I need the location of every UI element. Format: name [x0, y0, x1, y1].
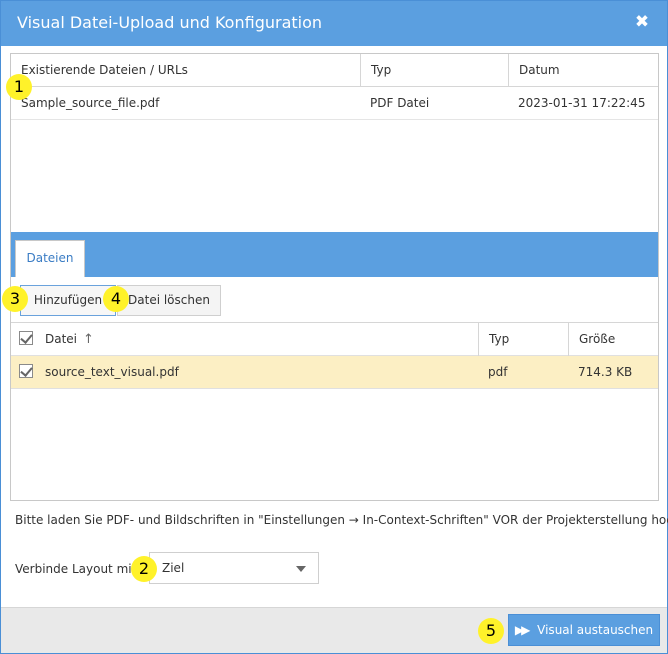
sort-ascending-icon: ↑: [83, 332, 94, 347]
annotation-marker-1: 1: [6, 74, 32, 100]
row-checkbox[interactable]: [11, 356, 41, 389]
column-header-size[interactable]: Größe: [568, 323, 658, 356]
layout-select-value: Ziel: [162, 561, 185, 575]
upload-grid: Datei ↑ Typ Größe source_text_visual.pdf …: [11, 322, 658, 389]
delete-file-button[interactable]: Datei löschen: [117, 285, 221, 316]
grid-header: Datei ↑ Typ Größe: [11, 323, 658, 356]
table-row[interactable]: source_text_visual.pdf pdf 714.3 KB: [11, 356, 658, 389]
layout-label: Verbinde Layout mit: [15, 562, 137, 576]
annotation-marker-3: 3: [2, 286, 28, 312]
chevron-down-icon: [296, 566, 306, 572]
upload-file-size: 714.3 KB: [578, 365, 633, 379]
layout-select[interactable]: Ziel: [149, 552, 319, 584]
existing-file-date: 2023-01-31 17:22:45: [518, 96, 646, 110]
upload-file-name: source_text_visual.pdf: [45, 365, 179, 379]
dialog-footer: ▶▶ Visual austauschen: [1, 607, 667, 653]
tab-files[interactable]: Dateien: [15, 240, 85, 277]
dialog-title: Visual Datei-Upload und Konfiguration: [17, 13, 323, 32]
fast-forward-icon: ▶▶: [514, 623, 531, 637]
close-icon[interactable]: ✖: [633, 13, 651, 31]
add-file-button[interactable]: Hinzufügen: [20, 285, 116, 316]
annotation-marker-2: 2: [131, 556, 157, 582]
column-header-datei-label: Datei: [45, 332, 78, 346]
upload-file-type: pdf: [488, 365, 508, 379]
upload-dialog: Visual Datei-Upload und Konfiguration ✖ …: [0, 0, 668, 654]
existing-files-header: Existierende Dateien / URLs Typ Datum: [11, 54, 658, 87]
tab-strip: Dateien: [11, 232, 658, 277]
column-header-type[interactable]: Typ: [360, 54, 508, 87]
checkbox-checked-icon: [19, 364, 33, 378]
column-header-datei[interactable]: Datei ↑: [41, 323, 478, 356]
annotation-marker-4: 4: [103, 286, 129, 312]
dialog-titlebar: Visual Datei-Upload und Konfiguration ✖: [1, 1, 667, 46]
existing-file-row[interactable]: Sample_source_file.pdf PDF Datei 2023-01…: [11, 87, 658, 120]
column-header-files[interactable]: Existierende Dateien / URLs: [11, 54, 360, 87]
existing-files-table: Existierende Dateien / URLs Typ Datum Sa…: [11, 54, 658, 120]
checkbox-checked-icon: [19, 331, 33, 345]
replace-visual-label: Visual austauschen: [537, 623, 654, 637]
existing-file-type: PDF Datei: [370, 96, 430, 110]
column-header-date[interactable]: Datum: [508, 54, 658, 87]
replace-visual-button[interactable]: ▶▶ Visual austauschen: [508, 614, 660, 646]
upload-hint: Bitte laden Sie PDF- und Bildschriften i…: [15, 513, 668, 527]
select-all-checkbox[interactable]: [11, 323, 41, 356]
column-header-typ[interactable]: Typ: [478, 323, 568, 356]
annotation-marker-5: 5: [478, 618, 504, 644]
dialog-content: Existierende Dateien / URLs Typ Datum Sa…: [10, 53, 659, 501]
existing-file-name: Sample_source_file.pdf: [21, 96, 160, 110]
